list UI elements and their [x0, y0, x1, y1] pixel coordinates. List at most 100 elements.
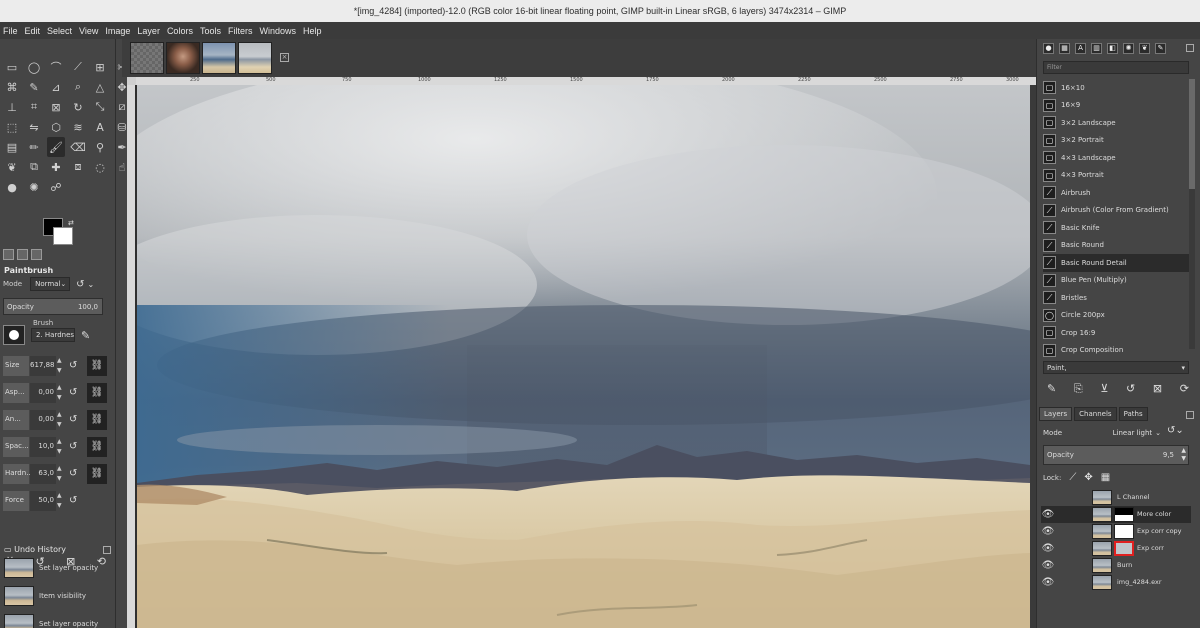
vertical-ruler[interactable]	[127, 85, 135, 628]
force-value[interactable]: 50,0	[30, 491, 56, 511]
menu-help[interactable]: Help	[303, 26, 322, 36]
reset-icon[interactable]: ↺	[69, 360, 77, 371]
gegl-icon[interactable]: ✺	[25, 177, 43, 197]
undo-item[interactable]: Set layer opacity	[4, 612, 112, 628]
layer-mask[interactable]	[1114, 524, 1134, 539]
lock-pixels-icon[interactable]: ⟋	[1069, 472, 1076, 483]
layer-row[interactable]: 👁 img_4284.exr	[1041, 574, 1191, 591]
spinner-icon[interactable]: ▲ ▼	[57, 437, 65, 457]
spinner-icon[interactable]: ▲ ▼	[57, 491, 65, 511]
ruler-corner[interactable]	[127, 77, 136, 85]
brush-item[interactable]: ▢ 3×2 Landscape	[1043, 114, 1189, 132]
reset-icon[interactable]: ↺	[69, 468, 77, 479]
reset-icon[interactable]: ↺	[69, 414, 77, 425]
layer-opacity-slider[interactable]: Opacity 9,5 ▲ ▼	[1043, 445, 1189, 465]
reset-icon[interactable]: ↺	[69, 441, 77, 452]
link-chain-icon[interactable]: ⛓	[87, 356, 107, 376]
layer-row[interactable]: 👁 Exp corr copy	[1041, 523, 1191, 540]
pencil-icon[interactable]: ✏	[25, 137, 43, 157]
menu-file[interactable]: File	[3, 26, 18, 36]
reset-mode-icon[interactable]: ↺⌄	[1167, 425, 1184, 436]
menu-view[interactable]: View	[79, 26, 98, 36]
opacity-slider[interactable]: Opacity 100,0	[3, 298, 103, 315]
brush-item[interactable]: ▢ 3×2 Portrait	[1043, 132, 1189, 150]
menu-select[interactable]: Select	[47, 26, 72, 36]
warp-icon[interactable]: ≋	[69, 117, 87, 137]
spacing-value[interactable]: 10,0	[30, 437, 56, 457]
tab-paths[interactable]: Paths	[1118, 407, 1148, 421]
eye-icon[interactable]: 👁	[1041, 577, 1055, 588]
airbrush-icon[interactable]: ⚲	[91, 137, 109, 157]
eye-icon[interactable]: 👁	[1041, 560, 1055, 571]
eye-icon[interactable]: 👁	[1041, 526, 1055, 537]
brush-name-field[interactable]: 2. Hardness 0	[31, 328, 75, 342]
layer-row[interactable]: L Channel	[1041, 489, 1191, 506]
mypaint-tab-icon[interactable]: ❦	[1139, 43, 1150, 54]
eye-icon[interactable]: 👁	[1041, 543, 1055, 554]
blur-icon[interactable]: ◌	[91, 157, 109, 177]
align-icon[interactable]: ⊥	[3, 97, 21, 117]
layer-mask-active[interactable]	[1114, 541, 1134, 556]
refresh-brushes-icon[interactable]: ↺	[1126, 382, 1135, 396]
perspective-clone-icon[interactable]: ⧈	[69, 157, 87, 177]
rotate-icon[interactable]: ↻	[69, 97, 87, 117]
blend-icon[interactable]: ▤	[3, 137, 21, 157]
param-force[interactable]: Force 50,0 ▲ ▼ ↺	[3, 491, 113, 511]
param-spacing[interactable]: Spac... 10,0 ▲ ▼ ↺ ⛓	[3, 437, 113, 457]
brushes-tab-icon[interactable]: ●	[1043, 43, 1054, 54]
close-icon[interactable]: ×	[280, 53, 289, 62]
brush-item[interactable]: ⟋ Bristles	[1043, 289, 1189, 307]
image-tab[interactable]	[202, 42, 236, 74]
perspective-icon[interactable]: ⬚	[3, 117, 21, 137]
aspect-value[interactable]: 0,00	[30, 383, 56, 403]
menu-image[interactable]: Image	[105, 26, 130, 36]
brush-item[interactable]: ▢ Crop 16:9	[1043, 324, 1189, 342]
paintbrush-icon[interactable]: 🖌	[47, 137, 65, 157]
reset-icon[interactable]: ↺	[69, 495, 77, 506]
close-icon[interactable]	[1186, 44, 1194, 52]
duplicate-brush-icon[interactable]: ⊻	[1100, 382, 1108, 396]
cage-icon[interactable]: ⬡	[47, 117, 65, 137]
param-hardness[interactable]: Hardn... 63,0 ▲ ▼ ↺ ⛓	[3, 464, 113, 484]
tab-layers[interactable]: Layers	[1039, 407, 1073, 421]
image-tab[interactable]	[166, 42, 200, 74]
heal-icon[interactable]: ✚	[47, 157, 65, 177]
image-tab[interactable]	[238, 42, 272, 74]
param-angle[interactable]: An... 0,00 ▲ ▼ ↺ ⛓	[3, 410, 113, 430]
image-tab[interactable]	[130, 42, 164, 74]
close-icon[interactable]	[1186, 411, 1194, 419]
param-size[interactable]: Size 617,88 ▲ ▼ ↺ ⛓	[3, 356, 113, 376]
menu-windows[interactable]: Windows	[259, 26, 296, 36]
brush-item[interactable]: ▢ 4×3 Landscape	[1043, 149, 1189, 167]
image-canvas[interactable]	[137, 85, 1030, 628]
lock-position-icon[interactable]: ✥	[1084, 472, 1092, 483]
tab-channels[interactable]: Channels	[1074, 407, 1117, 421]
layer-row[interactable]: 👁 Burn	[1041, 557, 1191, 574]
chevron-down-icon[interactable]: ▾	[1181, 364, 1185, 372]
measure-icon[interactable]: △	[91, 77, 109, 97]
patterns-tab-icon[interactable]: ▦	[1059, 43, 1070, 54]
brush-item[interactable]: ⟋ Airbrush	[1043, 184, 1189, 202]
free-select-icon[interactable]: ⌒	[47, 57, 65, 77]
layer-row[interactable]: 👁 Exp corr	[1041, 540, 1191, 557]
new-brush-icon[interactable]: ⎘	[1074, 382, 1083, 396]
fuzzy-select-icon[interactable]: ⟋	[69, 57, 87, 77]
tool-presets-tab-icon[interactable]: ✎	[1155, 43, 1166, 54]
brush-item-selected[interactable]: ⟋ Basic Round Detail	[1043, 254, 1189, 272]
brush-item[interactable]: ⟋ Basic Round	[1043, 237, 1189, 255]
ellipse-select-icon[interactable]: ◯	[25, 57, 43, 77]
foreground-select-icon[interactable]: ⌘	[3, 77, 21, 97]
reset-mode-icon[interactable]: ↺	[76, 279, 84, 290]
undo-item[interactable]: Set layer opacity	[4, 556, 112, 580]
chevron-down-icon[interactable]: ⌄	[87, 280, 94, 289]
paths-icon[interactable]: ✎	[25, 77, 43, 97]
brush-preview[interactable]	[3, 325, 25, 345]
edit-brush-icon[interactable]: ✎	[1047, 382, 1056, 396]
background-color[interactable]	[53, 227, 73, 245]
hardness-value[interactable]: 63,0	[30, 464, 56, 484]
paint-dynamics-tab-icon[interactable]: ✺	[1123, 43, 1134, 54]
tool-options-tab[interactable]	[3, 249, 14, 260]
gradients-tab-icon[interactable]: ▥	[1091, 43, 1102, 54]
spinner-icon[interactable]: ▲ ▼	[57, 356, 65, 376]
select-by-color-icon[interactable]: ⊞	[91, 57, 109, 77]
